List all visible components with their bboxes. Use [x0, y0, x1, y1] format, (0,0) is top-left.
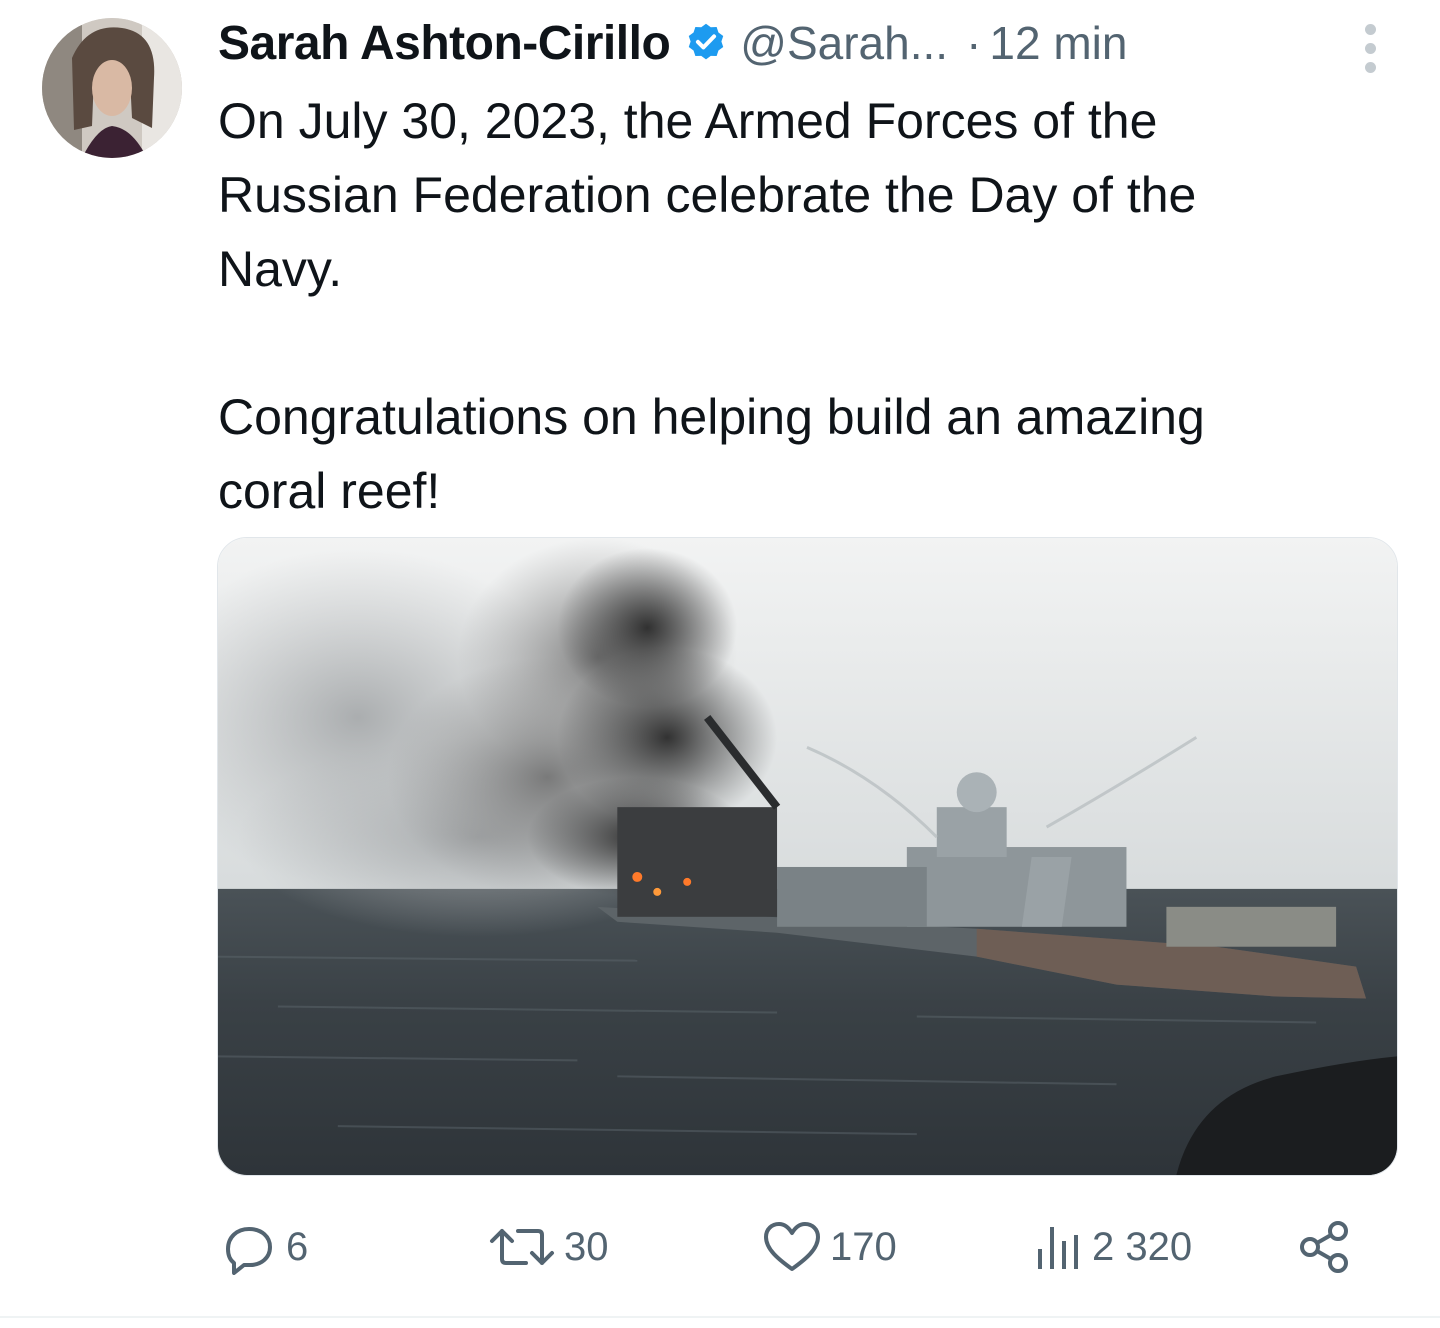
- tweet-divider: [0, 1316, 1440, 1318]
- views-icon: [1038, 1227, 1078, 1269]
- retweet-button[interactable]: 30: [486, 1216, 609, 1278]
- retweet-icon: [490, 1229, 554, 1265]
- tweet-header: Sarah Ashton-Cirillo @Sarah... · 12 min: [218, 12, 1127, 74]
- header-separator: ·: [966, 17, 982, 69]
- sinking-ship-photo: [218, 538, 1397, 1175]
- views-button[interactable]: 2 320: [1030, 1216, 1192, 1278]
- like-button[interactable]: 170: [760, 1216, 897, 1278]
- more-vertical-icon[interactable]: [1352, 24, 1388, 76]
- reply-button[interactable]: 6: [218, 1216, 308, 1278]
- like-count: 170: [830, 1224, 897, 1269]
- share-icon: [1300, 1221, 1348, 1273]
- reply-count: 6: [286, 1224, 309, 1269]
- tweet-card[interactable]: Sarah Ashton-Cirillo @Sarah... · 12 min …: [0, 0, 1440, 1318]
- tweet-text-line: On July 30, 2023, the Armed Forces of th…: [218, 93, 1158, 149]
- avatar-image: [42, 18, 182, 158]
- tweet-text-line: Congratulations on helping build an amaz…: [218, 389, 1205, 445]
- avatar[interactable]: [42, 18, 182, 158]
- views-count: 2 320: [1092, 1224, 1193, 1269]
- heart-icon: [764, 1222, 820, 1271]
- tweet-text-line: coral reef!: [218, 463, 441, 519]
- share-button[interactable]: [1296, 1216, 1352, 1278]
- tweet-text: On July 30, 2023, the Armed Forces of th…: [218, 84, 1398, 528]
- tweet-timestamp[interactable]: 12 min: [989, 16, 1127, 70]
- author-name[interactable]: Sarah Ashton-Cirillo: [218, 16, 671, 71]
- verified-badge-icon: [684, 21, 728, 65]
- author-handle[interactable]: @Sarah...: [740, 16, 948, 70]
- tweet-text-line: Navy.: [218, 241, 343, 297]
- tweet-text-line: Russian Federation celebrate the Day of …: [218, 167, 1197, 223]
- tweet-actions: 6 30 170 2 320: [218, 1216, 1358, 1278]
- tweet-media-photo[interactable]: [217, 537, 1398, 1176]
- reply-icon: [226, 1227, 272, 1275]
- retweet-count: 30: [564, 1224, 609, 1269]
